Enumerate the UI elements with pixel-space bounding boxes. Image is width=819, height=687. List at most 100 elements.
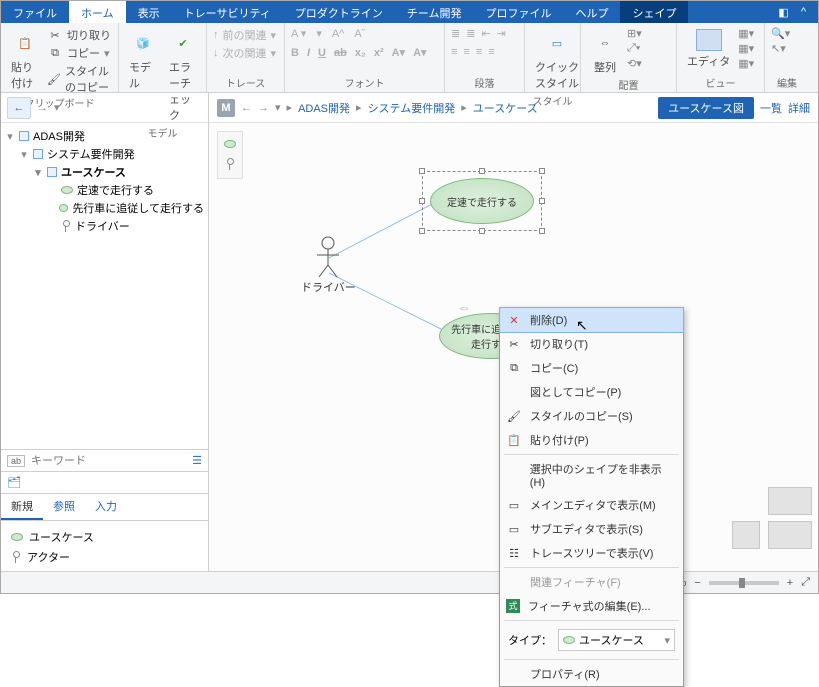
ctx-subedit[interactable]: ▭サブエディタで表示(S) [500,517,683,541]
breadcrumb: M ← → ▾ ▸ADAS開発 ▸システム要件開発 ▸ユースケース ユースケース… [209,93,818,123]
quickstyle-icon: ▭ [543,29,571,57]
tree-node-root[interactable]: ▾ADAS開発 [1,127,208,145]
align-icon: ⇔ [591,29,619,57]
editor-icon [696,29,722,51]
menu-profile[interactable]: プロファイル [473,1,563,23]
view-list-link[interactable]: 一覧 [760,100,782,116]
nav-fwd-button[interactable]: → [258,102,269,114]
copy-button[interactable]: ⧉コピー▾ [47,45,112,61]
nav-fwd-button[interactable]: → [37,102,48,114]
actor-icon [61,220,71,232]
window-popout-icon[interactable]: ◧ [778,6,788,19]
ribbon-collapse-icon[interactable]: ^ [801,6,806,18]
usecase-icon [11,533,23,541]
ctx-editfeature[interactable]: 式フィーチャ式の編集(E)... [500,594,683,618]
ctx-copystyle[interactable]: 🖌スタイルのコピー(S) [500,404,683,428]
status-bar: 100% − + ⤢ [1,571,818,593]
search-input[interactable] [31,455,186,467]
editor-button[interactable]: エディタ [683,27,734,71]
type-label: タイプ： [508,632,552,648]
paste-icon: 📋 [11,29,39,57]
model-icon: 🧊 [129,29,157,57]
view-usecase-button[interactable]: ユースケース図 [658,97,754,119]
workspace: ← → ▾ ▾ADAS開発 ▾システム要件開発 ▾ユースケース 定速で走行する … [1,93,818,573]
type-select[interactable]: ユースケース▾ [558,629,675,651]
fit-button[interactable]: ⤢ [801,576,810,589]
drop-indicator: ⇔ [457,299,471,315]
menu-help[interactable]: ヘルプ [563,1,620,23]
tab-input[interactable]: 入力 [85,494,127,520]
palette-usecase[interactable]: ユースケース [11,527,198,547]
ctx-tracetree[interactable]: ☷トレースツリーで表示(V) [500,541,683,565]
context-menu: ✕削除(D) ✂切り取り(T) ⧉コピー(C) 図としてコピー(P) 🖌スタイル… [499,307,684,687]
window-icon: ▭ [506,521,522,537]
prev-relation-button[interactable]: ↑前の関連▾ [213,27,276,43]
ribbon: 📋 貼り付け ✂切り取り ⧉コピー▾ 🖌スタイルのコピー クリップボード 🧊モデ… [1,23,818,93]
crumb-3[interactable]: ユースケース [473,100,538,116]
ctx-copy[interactable]: ⧉コピー(C) [500,356,683,380]
group-para-label: 段落 [445,75,524,92]
model-button[interactable]: 🧊モデル [125,27,161,93]
tab-new[interactable]: 新規 [1,494,43,520]
usecase-icon [61,186,73,194]
align-button[interactable]: ⇔整列 [587,27,623,77]
shape-usecase-1[interactable]: 定速で走行する [430,178,534,224]
ctx-hide[interactable]: 選択中のシェイプを非表示(H) [500,457,683,493]
quickstyle-button[interactable]: ▭クイック スタイル [531,27,583,93]
next-relation-button[interactable]: ↓次の関連▾ [213,45,276,61]
model-chip[interactable]: M [217,99,235,117]
package-icon [33,149,43,159]
view-detail-link[interactable]: 詳細 [788,100,810,116]
search-chip-icon[interactable]: ab [7,455,25,467]
tab-ref[interactable]: 参照 [43,494,85,520]
menu-trace[interactable]: トレーサビリティ [172,1,283,23]
tree-node-req[interactable]: ▾システム要件開発 [1,145,208,163]
select-button[interactable]: ↖▾ [771,42,790,55]
actor-label: ドライバー [301,279,356,295]
find-button[interactable]: 🔍▾ [771,27,790,40]
menu-home[interactable]: ホーム [69,1,126,23]
usecase-icon [59,204,69,212]
delete-icon: ✕ [506,312,522,328]
tree-node-uc1[interactable]: 定速で走行する [1,181,208,199]
group-edit-label: 編集 [765,75,809,92]
tree-icon: ☷ [506,545,522,561]
ctx-delete[interactable]: ✕削除(D) [499,307,684,333]
package-icon [19,131,29,141]
crumb-2[interactable]: システム要件開発 [368,100,456,116]
tree-node-uc[interactable]: ▾ユースケース [1,163,208,181]
paste-button[interactable]: 📋 貼り付け [7,27,43,93]
filter-icon[interactable]: ☰ [192,454,202,467]
tree-node-uc2[interactable]: 先行車に追従して走行する [1,199,208,217]
crumb-1[interactable]: ADAS開発 [298,100,350,116]
palette-actor[interactable]: アクター [11,547,198,567]
stylecopy-button[interactable]: 🖌スタイルのコピー [47,63,112,95]
menu-file[interactable]: ファイル [1,1,69,23]
panel-settings-icon[interactable]: 🗂 [7,477,21,489]
ctx-mainedit[interactable]: ▭メインエディタで表示(M) [500,493,683,517]
ctx-copyasimg[interactable]: 図としてコピー(P) [500,380,683,404]
zoom-slider[interactable] [709,581,779,585]
menu-shape[interactable]: シェイプ [620,1,688,23]
nav-back-button[interactable]: ← [241,102,252,114]
zoom-in-button[interactable]: + [787,577,793,589]
up-icon: ↑ [213,29,219,41]
menu-display[interactable]: 表示 [126,1,172,23]
package-icon [47,167,57,177]
cut-button[interactable]: ✂切り取り [47,27,112,43]
brush-icon: 🖌 [506,408,522,424]
zoom-out-button[interactable]: − [694,577,700,589]
actor-icon [11,551,21,563]
tree-node-actor[interactable]: ドライバー [1,217,208,235]
ctx-paste[interactable]: 📋貼り付け(P) [500,428,683,452]
menu-team[interactable]: チーム開発 [395,1,474,23]
window-icon: ▭ [506,497,522,513]
scissors-icon: ✂ [506,336,522,352]
ctx-cut[interactable]: ✂切り取り(T) [500,332,683,356]
ctx-properties[interactable]: プロパティ(R) [500,662,683,686]
menu-product[interactable]: プロダクトライン [283,1,395,23]
paste-icon: 📋 [506,432,522,448]
nav-back-button[interactable]: ← [7,97,31,119]
minimap[interactable] [732,487,812,567]
shape-actor[interactable]: ドライバー [301,235,356,295]
